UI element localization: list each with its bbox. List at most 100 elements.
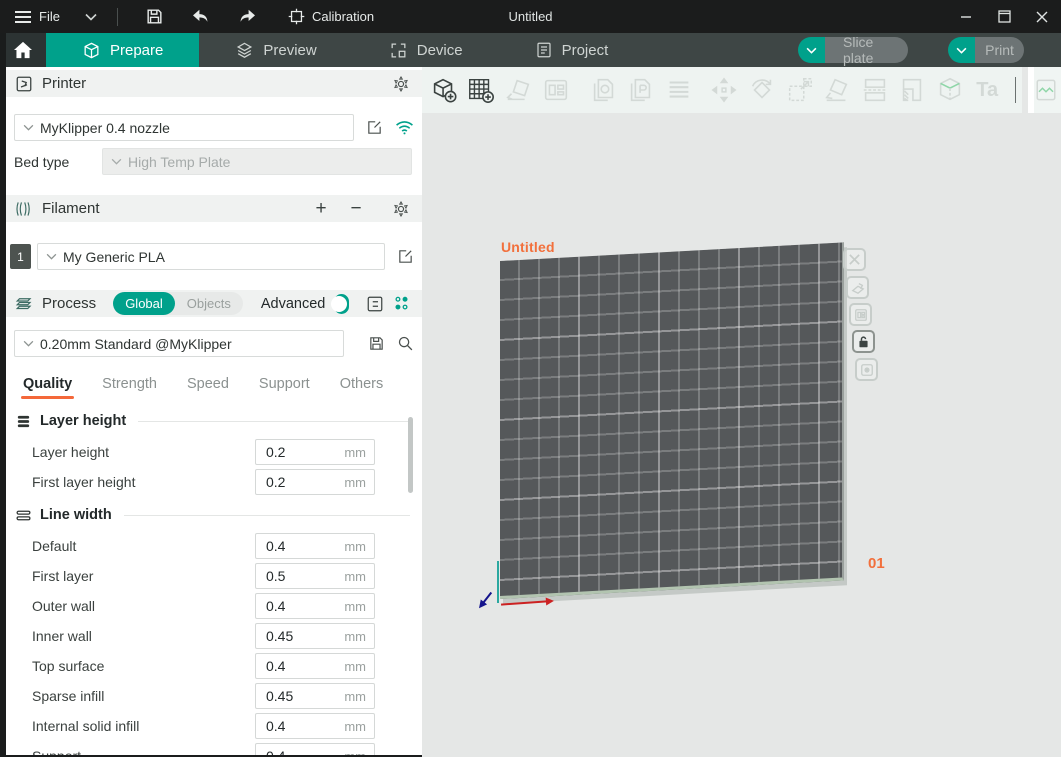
print-button[interactable]: Print	[975, 37, 1024, 63]
wifi-connection-icon[interactable]	[395, 120, 414, 135]
tab-support[interactable]: Support	[259, 376, 310, 399]
unit-label: mm	[344, 719, 374, 734]
chevron-down-icon	[23, 124, 34, 131]
assembly-view-icon	[1030, 74, 1061, 107]
tab-quality[interactable]: Quality	[23, 376, 72, 399]
bed-type-select[interactable]: High Temp Plate	[102, 148, 412, 175]
print-label: Print	[985, 42, 1014, 58]
tab-project[interactable]: Project	[499, 33, 645, 67]
filament-slot-badge[interactable]: 1	[10, 244, 31, 269]
remove-filament-button[interactable]: −	[343, 198, 369, 220]
add-object-icon[interactable]	[428, 74, 460, 107]
project-icon	[535, 41, 553, 59]
line-width-top-surface-input[interactable]	[256, 658, 326, 674]
first-layer-height-input[interactable]	[256, 474, 326, 490]
tab-device[interactable]: Device	[353, 33, 499, 67]
plate-name-label[interactable]: Untitled	[501, 239, 555, 255]
file-menu[interactable]: File	[14, 9, 97, 24]
cut-icon	[859, 74, 891, 107]
param-label: Inner wall	[32, 628, 255, 644]
slice-options-chevron[interactable]	[798, 37, 825, 63]
filament-settings-gear-icon[interactable]	[392, 200, 410, 218]
print-options-chevron[interactable]	[948, 37, 975, 63]
process-preset-value: 0.20mm Standard @MyKlipper	[40, 336, 232, 352]
axis-z-arrow	[482, 592, 492, 604]
add-plate-icon[interactable]	[466, 74, 498, 107]
param-label: Top surface	[32, 658, 255, 674]
tab-preview[interactable]: Preview	[199, 33, 352, 67]
param-label: Internal solid infill	[32, 718, 255, 734]
parameter-tabs: Quality Strength Speed Support Others	[6, 371, 422, 399]
layer-height-section-header: Layer height	[6, 409, 422, 433]
line-width-outer-wall-input[interactable]	[256, 598, 326, 614]
scene-3d[interactable]: Untitled 01	[422, 113, 1061, 757]
plate-layout-button[interactable]	[849, 303, 872, 326]
unit-label: mm	[344, 689, 374, 704]
process-preset-select[interactable]: 0.20mm Standard @MyKlipper	[14, 330, 344, 357]
process-scope-toggle[interactable]: Global Objects	[113, 292, 243, 315]
save-button[interactable]	[138, 4, 172, 30]
lock-plate-button[interactable]	[852, 330, 875, 353]
advanced-toggle[interactable]	[334, 294, 349, 314]
param-label: Default	[32, 538, 255, 554]
slice-plate-button[interactable]: Slice plate	[825, 37, 908, 63]
viewport-3d[interactable]: Ta Untitled 01	[422, 67, 1061, 757]
filament-icon	[15, 201, 33, 217]
window-left-edge	[0, 33, 6, 757]
param-row: Internal solid infill mm	[6, 713, 422, 739]
search-preset-icon[interactable]	[397, 335, 414, 352]
layer-height-icon	[15, 414, 32, 429]
plate-settings-button[interactable]	[855, 358, 878, 381]
close-button[interactable]	[1023, 0, 1061, 33]
printer-section-header: Printer	[6, 70, 422, 97]
scope-objects[interactable]: Objects	[175, 292, 243, 315]
minimize-button[interactable]	[947, 0, 985, 33]
filament-section-header: Filament + −	[6, 195, 422, 222]
line-width-internal-solid-infill-input[interactable]	[256, 718, 326, 734]
printer-settings-gear-icon[interactable]	[392, 75, 410, 93]
delete-plate-button[interactable]	[843, 248, 866, 271]
redo-button[interactable]	[230, 4, 264, 30]
tab-speed[interactable]: Speed	[187, 376, 229, 399]
printer-preset-select[interactable]: MyKlipper 0.4 nozzle	[14, 114, 354, 141]
device-icon	[389, 41, 408, 60]
tab-strength[interactable]: Strength	[102, 376, 157, 399]
param-row: Sparse infill mm	[6, 683, 422, 709]
home-button[interactable]	[0, 33, 46, 67]
save-preset-icon[interactable]	[368, 335, 385, 352]
objects-list-icon[interactable]	[366, 295, 384, 313]
bed-type-value: High Temp Plate	[128, 154, 230, 170]
line-width-first-layer-input[interactable]	[256, 568, 326, 584]
line-width-sparse-infill-input[interactable]	[256, 688, 326, 704]
layer-height-input[interactable]	[256, 444, 326, 460]
main-tabbar: Prepare Preview Device Project	[0, 33, 1061, 67]
calibration-button[interactable]: Calibration	[288, 8, 374, 25]
section-title: Layer height	[40, 413, 126, 429]
undo-button[interactable]	[184, 4, 218, 30]
sidebar-scrollbar[interactable]	[408, 417, 413, 493]
titlebar: File	[0, 0, 1061, 33]
tab-prepare[interactable]: Prepare	[46, 33, 199, 67]
unit-label: mm	[344, 569, 374, 584]
param-label: First layer	[32, 568, 255, 584]
param-row: First layer mm	[6, 563, 422, 589]
line-width-inner-wall-input[interactable]	[256, 628, 326, 644]
edit-printer-icon[interactable]	[366, 119, 383, 136]
build-plate[interactable]	[500, 242, 844, 599]
chevron-down-icon	[23, 340, 34, 347]
tab-others[interactable]: Others	[340, 376, 384, 399]
scope-global[interactable]: Global	[113, 292, 175, 315]
parameter-table-icon[interactable]	[393, 295, 410, 312]
bed-type-label: Bed type	[14, 154, 102, 170]
unit-label: mm	[344, 445, 374, 460]
line-width-default-input[interactable]	[256, 538, 326, 554]
param-label: First layer height	[32, 474, 255, 490]
arrange-plate-button[interactable]	[846, 276, 869, 299]
maximize-button[interactable]	[985, 0, 1023, 33]
home-icon	[13, 41, 33, 59]
settings-sidebar: Printer MyKlipper 0.4 nozzle	[0, 67, 422, 757]
filament-preset-select[interactable]: My Generic PLA	[37, 243, 385, 270]
add-filament-button[interactable]: +	[308, 198, 334, 220]
edit-filament-icon[interactable]	[397, 248, 414, 265]
titlebar-divider	[117, 8, 118, 26]
